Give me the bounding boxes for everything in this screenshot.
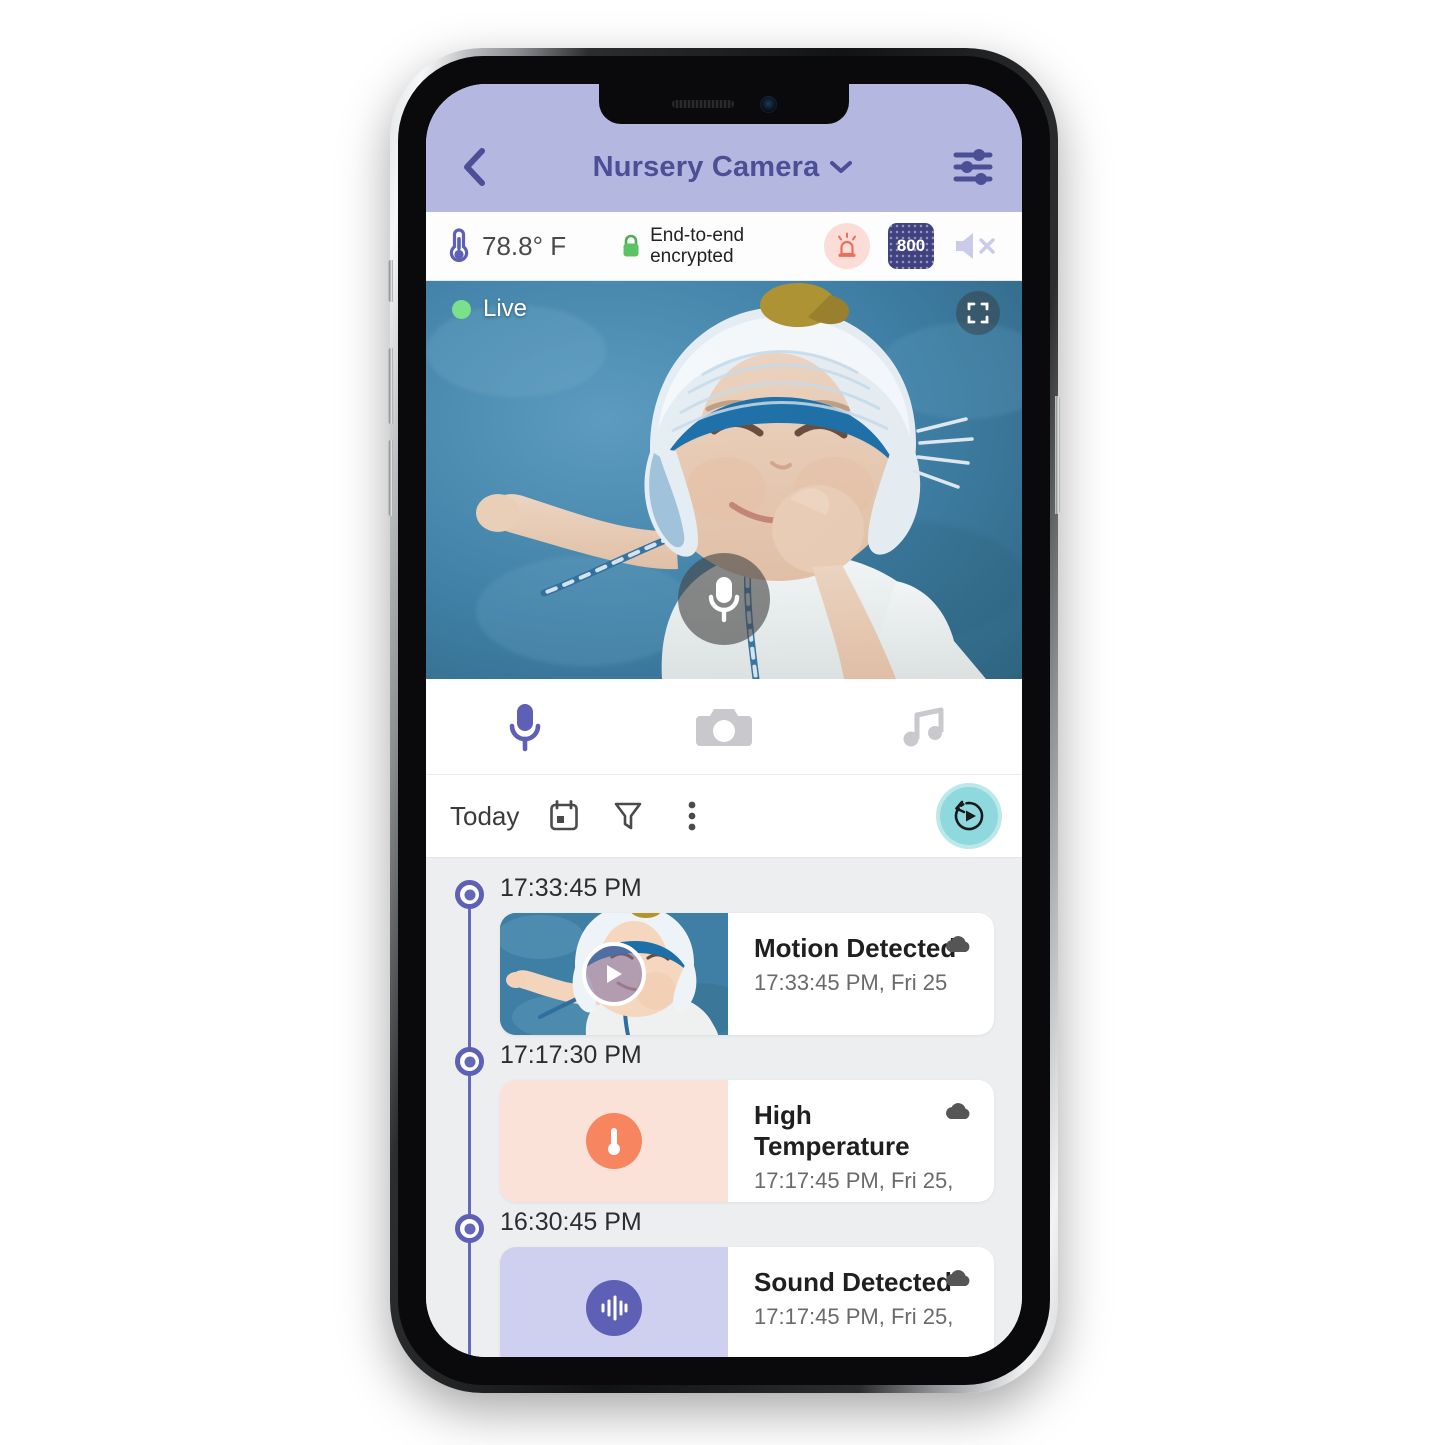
fullscreen-icon bbox=[967, 302, 989, 324]
speaker-mute-icon bbox=[956, 233, 995, 259]
phone-notch bbox=[599, 84, 849, 124]
live-label: Live bbox=[483, 295, 528, 322]
phone-screen: Nursery Camera 78.8° F End-to-end encryp… bbox=[426, 84, 1022, 1357]
cloud-icon bbox=[946, 1270, 970, 1286]
event-card-sound[interactable]: Sound Detected 17:17:45 PM, Fri 25, bbox=[500, 1247, 994, 1357]
microphone-icon bbox=[708, 577, 740, 623]
cloud-storage-button[interactable] bbox=[944, 1102, 972, 1125]
live-indicator: Live bbox=[452, 295, 527, 323]
chevron-left-icon bbox=[464, 148, 485, 186]
event-time: 17:17:30 PM bbox=[500, 1041, 642, 1069]
timeline-dot bbox=[455, 880, 484, 909]
encryption-label: End-to-end encrypted bbox=[650, 225, 744, 268]
funnel-icon bbox=[615, 802, 642, 830]
volume-up-button[interactable] bbox=[388, 348, 393, 424]
waveform-icon bbox=[601, 1295, 628, 1321]
event-thumbnail[interactable] bbox=[500, 913, 728, 1035]
cloud-icon bbox=[946, 936, 970, 952]
power-button[interactable] bbox=[1055, 396, 1060, 514]
front-camera-icon bbox=[759, 95, 777, 113]
phone-frame: Nursery Camera 78.8° F End-to-end encryp… bbox=[388, 48, 1060, 1393]
event-details: Motion Detected 17:33:45 PM, Fri 25 bbox=[728, 913, 994, 1035]
silence-switch[interactable] bbox=[388, 260, 393, 302]
event-thumbnail bbox=[500, 1080, 728, 1202]
timeline-event: 17:33:45 PM Motion Detected 17:33:45 PM,… bbox=[426, 874, 1022, 1035]
chevron-down-icon bbox=[830, 161, 853, 173]
event-timeline[interactable]: 17:33:45 PM Motion Detected 17:33:45 PM,… bbox=[426, 858, 1022, 1357]
timeline-dot bbox=[455, 1047, 484, 1076]
event-card-motion[interactable]: Motion Detected 17:33:45 PM, Fri 25 bbox=[500, 913, 994, 1035]
action-bar bbox=[426, 679, 1022, 775]
cloud-storage-button[interactable] bbox=[944, 1269, 972, 1292]
event-title: High Temperature bbox=[754, 1100, 910, 1161]
filter-button[interactable] bbox=[609, 797, 647, 835]
alarm-button[interactable] bbox=[824, 223, 870, 269]
event-title: Sound Detected bbox=[754, 1267, 952, 1297]
page-title: Nursery Camera bbox=[592, 150, 820, 183]
more-vertical-icon bbox=[688, 801, 696, 831]
speaker-grille-icon bbox=[671, 100, 734, 108]
mute-button[interactable] bbox=[952, 229, 1000, 263]
event-card-temperature[interactable]: High Temperature 17:17:45 PM, Fri 25, bbox=[500, 1080, 994, 1202]
play-icon bbox=[607, 965, 622, 983]
event-details: Sound Detected 17:17:45 PM, Fri 25, bbox=[728, 1247, 994, 1357]
event-timestamp: 17:33:45 PM, Fri 25 bbox=[754, 970, 948, 995]
event-timestamp: 17:17:45 PM, Fri 25, bbox=[754, 1168, 954, 1193]
temperature-value: 78.8° F bbox=[482, 230, 567, 261]
talk-button[interactable] bbox=[426, 701, 625, 753]
day-label: Today bbox=[450, 800, 520, 831]
replay-button[interactable] bbox=[940, 787, 998, 845]
push-to-talk-button[interactable] bbox=[678, 553, 770, 645]
calendar-button[interactable] bbox=[545, 797, 583, 835]
lullaby-button[interactable] bbox=[823, 703, 1022, 751]
timeline-event: 17:17:30 PM High Temperature 17:17:45 PM… bbox=[426, 1041, 1022, 1202]
event-time: 16:30:45 PM bbox=[500, 1208, 642, 1236]
cloud-icon bbox=[946, 1103, 970, 1119]
status-strip: 78.8° F End-to-end encrypted 800 bbox=[426, 212, 1022, 281]
event-time: 17:33:45 PM bbox=[500, 874, 642, 902]
video-quality-label: 800 bbox=[896, 236, 926, 255]
siren-icon bbox=[838, 232, 856, 257]
thermometer-icon bbox=[449, 228, 469, 262]
video-quality-badge[interactable]: 800 bbox=[888, 223, 934, 269]
filter-bar: Today bbox=[426, 775, 1022, 858]
microphone-icon bbox=[510, 703, 541, 751]
camera-icon bbox=[696, 708, 752, 746]
status-icon-group: 800 bbox=[824, 223, 1000, 269]
fullscreen-button[interactable] bbox=[956, 291, 1000, 335]
event-title: Motion Detected bbox=[754, 933, 957, 963]
encryption-line-2: encrypted bbox=[650, 246, 734, 267]
temperature-readout: 78.8° F bbox=[448, 226, 566, 266]
cloud-storage-button[interactable] bbox=[944, 935, 972, 958]
volume-down-button[interactable] bbox=[388, 440, 393, 516]
event-timestamp: 17:17:45 PM, Fri 25, bbox=[754, 1304, 954, 1329]
more-options-button[interactable] bbox=[673, 797, 711, 835]
temperature-badge bbox=[586, 1113, 642, 1169]
settings-button[interactable] bbox=[950, 144, 996, 190]
replay-icon bbox=[954, 800, 984, 831]
play-button[interactable] bbox=[582, 942, 646, 1006]
back-button[interactable] bbox=[452, 145, 496, 189]
calendar-icon bbox=[550, 800, 579, 831]
snapshot-button[interactable] bbox=[625, 704, 824, 750]
event-details: High Temperature 17:17:45 PM, Fri 25, bbox=[728, 1080, 994, 1202]
encryption-line-1: End-to-end bbox=[650, 224, 745, 246]
sliders-icon bbox=[953, 149, 993, 185]
music-note-icon bbox=[903, 707, 944, 746]
sound-badge bbox=[586, 1280, 642, 1336]
thermometer-icon bbox=[608, 1128, 620, 1155]
live-status-dot bbox=[452, 299, 471, 319]
camera-selector[interactable]: Nursery Camera bbox=[496, 151, 950, 184]
live-video-area[interactable]: Live bbox=[426, 281, 1022, 679]
lock-icon bbox=[623, 234, 639, 257]
event-thumbnail bbox=[500, 1247, 728, 1357]
timeline-event: 16:30:45 PM Sound Detected 17:17:45 PM, … bbox=[426, 1208, 1022, 1357]
timeline-dot bbox=[455, 1214, 484, 1243]
encryption-status: End-to-end encrypted bbox=[620, 225, 744, 268]
